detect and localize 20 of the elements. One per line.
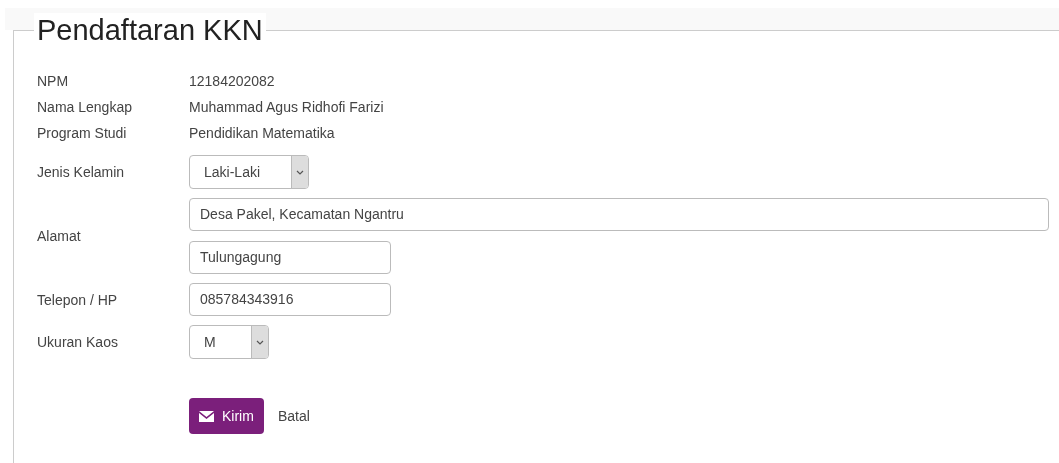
field-label: Jenis Kelamin [37,164,126,180]
field-label: Nama Lengkap [37,99,133,115]
field-label: Program Studi [37,125,128,141]
input-field[interactable]: Tulungagung [189,241,391,274]
field-label: Telepon / HP [37,291,119,308]
dropdown[interactable]: Laki-Laki [189,155,309,189]
field-value: 12184202082 [189,73,275,89]
send-button[interactable]: Kirim [189,398,264,434]
input-field[interactable]: 085784343916 [189,283,391,316]
dropdown[interactable]: M [189,325,269,359]
chevron-down-icon [296,169,304,175]
field-label: NPM [37,73,70,89]
cancel-link[interactable]: Batal [277,408,310,424]
chevron-down-icon [256,339,264,345]
field-label: Ukuran Kaos [37,334,119,350]
field-value: Muhammad Agus Ridhofi Farizi [189,99,384,115]
field-label: Alamat [37,228,82,244]
field-value: Pendidikan Matematika [189,125,335,141]
input-field[interactable]: Desa Pakel, Kecamatan Ngantru [189,198,1049,231]
envelope-icon [199,410,214,422]
